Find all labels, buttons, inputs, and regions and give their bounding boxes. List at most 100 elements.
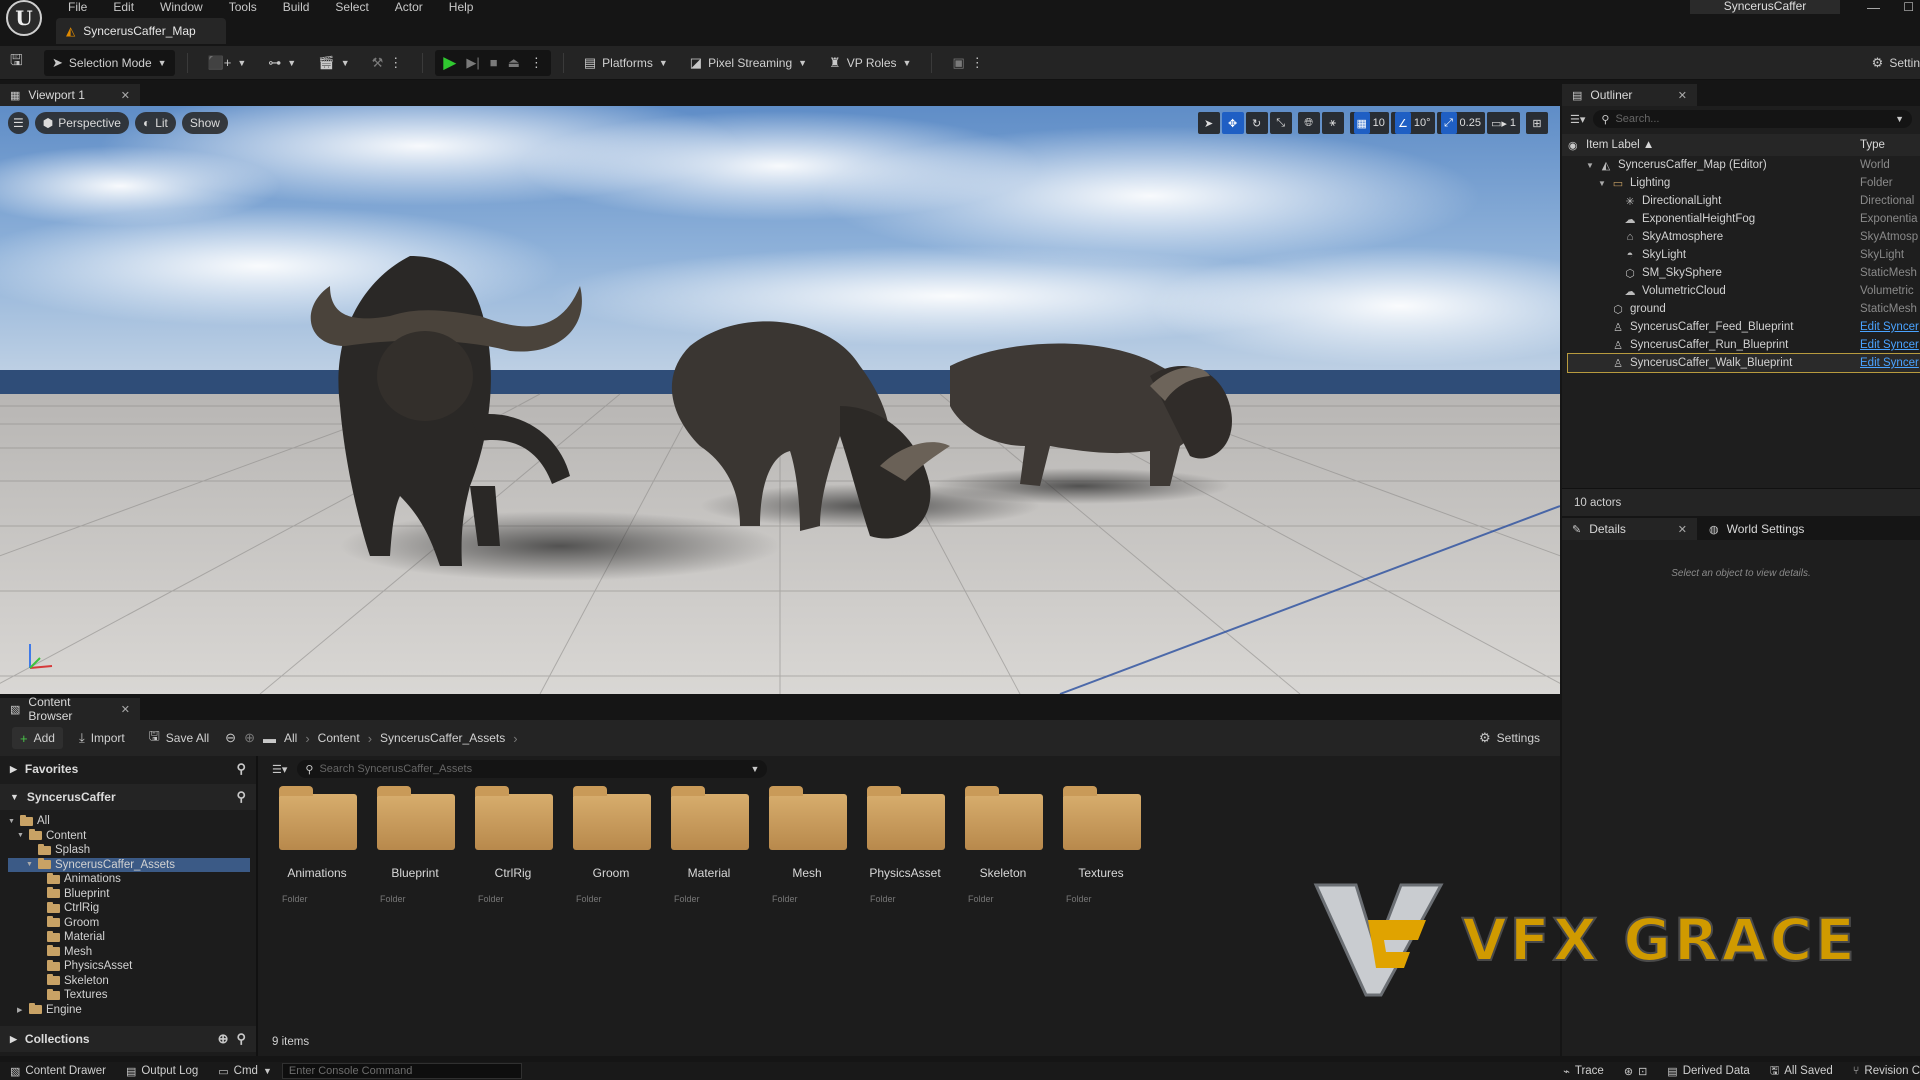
world-space-icon[interactable]: 🌐︎ [1297, 112, 1320, 134]
vp-roles-button[interactable]: ♜ VP Roles ▼ [821, 50, 919, 76]
save-all-button[interactable]: 🖫 Save All [141, 727, 217, 749]
import-button[interactable]: ⤓ Import [71, 727, 133, 749]
outliner-row[interactable]: ☁ ExponentialHeightFog Exponentia [1568, 210, 1920, 228]
edit-blueprint-link[interactable]: Edit Syncer [1860, 339, 1920, 351]
favorites-header[interactable]: ▶ Favorites ⚲ [0, 756, 256, 782]
folder-tile[interactable]: CtrlRig Folder [468, 782, 558, 912]
visibility-eye-icon[interactable]: ◉ [1568, 139, 1586, 152]
folder-tile[interactable]: Skeleton Folder [958, 782, 1048, 912]
outliner-row[interactable]: ♙ SyncerusCaffer_Feed_Blueprint Edit Synce… [1568, 318, 1920, 336]
folder-tile[interactable]: Blueprint Folder [370, 782, 460, 912]
maximize-icon[interactable]: ☐ [1903, 0, 1914, 14]
surface-snap-icon[interactable]: ⚹ [1321, 112, 1344, 134]
expand-arrow-icon[interactable]: ▼ [1598, 179, 1606, 188]
eject-icon[interactable]: ⏏ [508, 55, 520, 71]
camera-speed-button[interactable]: ▭▸ 1 [1486, 112, 1520, 134]
folder-tree-item[interactable]: Skeleton [8, 974, 256, 989]
perspective-button[interactable]: ⬢ Perspective [34, 112, 129, 134]
blueprint-button[interactable]: ⊶ ▼ [260, 50, 304, 76]
menu-actor[interactable]: Actor [383, 1, 437, 13]
asset-search-box[interactable]: ⚲ Search SyncerusCaffer_Assets ▼ [297, 760, 768, 778]
project-header[interactable]: ▼ SyncerusCaffer ⚲ [0, 784, 256, 810]
pixel-streaming-button[interactable]: ◪ Pixel Streaming ▼ [682, 50, 815, 76]
expand-arrow-icon[interactable]: ▼ [8, 818, 16, 825]
outliner-row[interactable]: ✳ DirectionalLight Directional [1568, 192, 1920, 210]
add-actor-button[interactable]: ⬛+ ▼ [200, 50, 255, 76]
filter-icon[interactable]: ☰▾ [1570, 113, 1585, 126]
folder-tree-item[interactable]: ▼ SyncerusCaffer_Assets [8, 857, 250, 872]
viewport-menu-button[interactable]: ☰ [8, 112, 29, 134]
outliner-row[interactable]: ▼ ◭ SyncerusCaffer_Map (Editor) World [1568, 156, 1920, 174]
folder-tree-item[interactable]: Animations [8, 872, 256, 887]
platforms-button[interactable]: ▤ Platforms ▼ [576, 50, 676, 76]
unreal-logo-icon[interactable]: U [6, 0, 42, 36]
cpu-status[interactable]: ⊛ ⊡ [1614, 1062, 1657, 1080]
modes-button[interactable]: ⚒ ⋮ [364, 50, 411, 76]
search-icon[interactable]: ⚲ [236, 761, 246, 777]
content-drawer-button[interactable]: ▧ Content Drawer [0, 1062, 116, 1080]
folder-tile[interactable]: PhysicsAsset Folder [860, 782, 950, 912]
expand-arrow-icon[interactable]: ▼ [1586, 161, 1594, 170]
menu-select[interactable]: Select [323, 1, 382, 13]
play-icon[interactable]: ▶ [443, 53, 456, 73]
menu-edit[interactable]: Edit [101, 1, 148, 13]
edit-blueprint-link[interactable]: Edit Syncer [1860, 321, 1920, 333]
outliner-row[interactable]: ⌂ SkyAtmosphere SkyAtmosp [1568, 228, 1920, 246]
minimize-icon[interactable]: — [1867, 0, 1880, 15]
viewport-layout-icon[interactable]: ⊞ [1526, 112, 1548, 134]
folder-icon[interactable]: ▬ [263, 731, 276, 746]
folder-tile[interactable]: Groom Folder [566, 782, 656, 912]
folder-tree-item[interactable]: Mesh [8, 945, 256, 960]
content-settings-button[interactable]: ⚙ Settings [1471, 725, 1548, 751]
folder-tree-item[interactable]: ▼ Content [8, 829, 256, 844]
item-label-column[interactable]: Item Label ▲ [1586, 139, 1860, 151]
back-icon[interactable]: ⊖ [225, 730, 236, 746]
collections-header[interactable]: ▶ Collections ⊕ ⚲ [0, 1026, 256, 1052]
outliner-search-box[interactable]: ⚲ Search... ▼ [1593, 110, 1912, 128]
folder-tile[interactable]: Mesh Folder [762, 782, 852, 912]
folder-tree-item[interactable]: PhysicsAsset [8, 959, 256, 974]
derived-data-button[interactable]: ▤ Derived Data [1657, 1062, 1760, 1080]
cinematics-button[interactable]: 🎬︎ ▼ [310, 50, 357, 76]
console-command-input[interactable]: Enter Console Command [281, 1063, 522, 1079]
expand-arrow-icon[interactable]: ▼ [17, 832, 25, 839]
outliner-row[interactable]: ♙ SyncerusCaffer_Walk_Blueprint Edit Synce… [1567, 353, 1920, 373]
search-icon[interactable]: ⚲ [236, 1031, 246, 1047]
folder-tile[interactable]: Textures Folder [1056, 782, 1146, 912]
rotate-tool-icon[interactable]: ↻ [1245, 112, 1268, 134]
breadcrumb-content[interactable]: Content [318, 731, 360, 745]
menu-build[interactable]: Build [271, 1, 324, 13]
forward-icon[interactable]: ⊕ [244, 730, 255, 746]
menu-tools[interactable]: Tools [217, 1, 271, 13]
close-icon[interactable]: ✕ [121, 703, 130, 716]
folder-tile[interactable]: Animations Folder [272, 782, 362, 912]
outliner-row[interactable]: ◓ SkyLight SkyLight [1568, 246, 1920, 264]
close-icon[interactable]: ✕ [121, 89, 130, 102]
outliner-row[interactable]: ⬡ SM_SkySphere StaticMesh [1568, 264, 1920, 282]
level-viewport[interactable] [0, 106, 1560, 694]
close-icon[interactable]: ✕ [1678, 523, 1687, 536]
menu-help[interactable]: Help [437, 1, 488, 13]
content-browser-tab[interactable]: ▧ Content Browser ✕ [0, 695, 140, 723]
show-button[interactable]: Show [181, 112, 228, 134]
folder-tree-item[interactable]: Groom [8, 916, 256, 931]
scale-tool-icon[interactable]: ⤡ [1269, 112, 1292, 134]
folder-tree-item[interactable]: Splash [8, 843, 256, 858]
type-column[interactable]: Type [1860, 139, 1920, 151]
outliner-row[interactable]: ⬡ ground StaticMesh [1568, 300, 1920, 318]
outliner-row[interactable]: ♙ SyncerusCaffer_Run_Blueprint Edit Syncer [1568, 336, 1920, 354]
all-saved-button[interactable]: 🖫 All Saved [1760, 1062, 1843, 1080]
save-icon[interactable]: 🖫 [10, 50, 32, 75]
edit-blueprint-link[interactable]: Edit Syncer [1860, 357, 1920, 369]
scale-snap-button[interactable]: ⤢ 0.25 [1436, 112, 1485, 134]
add-collection-icon[interactable]: ⊕ [218, 1031, 229, 1047]
folder-tree-item[interactable]: Textures [8, 988, 256, 1003]
stop-icon[interactable]: ■ [490, 55, 498, 70]
outliner-tab[interactable]: ▤ Outliner ✕ [1562, 84, 1697, 106]
selection-mode-button[interactable]: ➤ Selection Mode ▼ [44, 49, 175, 76]
translate-tool-icon[interactable]: ✥ [1221, 112, 1244, 134]
menu-file[interactable]: File [56, 1, 101, 13]
folder-tile[interactable]: Material Folder [664, 782, 754, 912]
revision-control-button[interactable]: ⑂ Revision C [1843, 1062, 1920, 1080]
virtual-camera-button[interactable]: ▣ ⋮ [944, 50, 991, 76]
